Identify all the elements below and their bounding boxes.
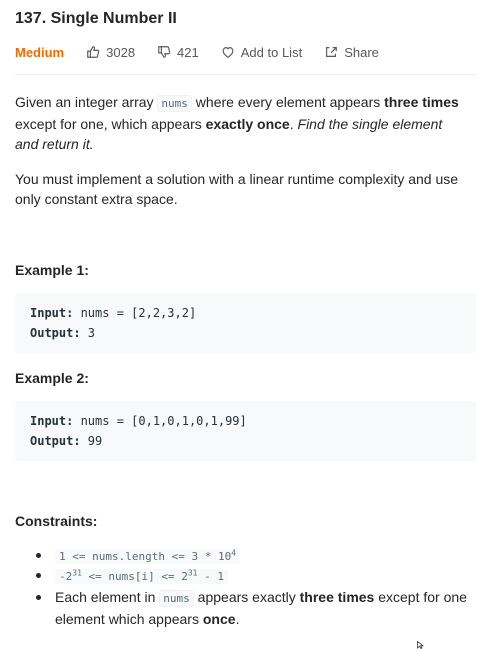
divider	[15, 74, 476, 75]
share-button[interactable]: Share	[324, 45, 379, 60]
output-label: Output:	[30, 326, 81, 340]
bullet-icon	[36, 573, 41, 578]
problem-meta-bar: Medium 3028 421 Add to List Share	[15, 44, 401, 60]
emphasis-exactly-once: exactly once	[205, 116, 290, 132]
example-2-heading: Example 2:	[15, 370, 89, 386]
list-item: -231 <= nums[i] <= 231 - 1	[15, 565, 476, 587]
inline-code-nums: nums	[159, 590, 194, 607]
example-1-block: Input: nums = [2,2,3,2] Output: 3	[15, 293, 476, 353]
example-2-block: Input: nums = [0,1,0,1,0,1,99] Output: 9…	[15, 401, 476, 461]
input-value: nums = [2,2,3,2]	[73, 306, 197, 320]
example-1-heading: Example 1:	[15, 262, 89, 278]
heart-icon	[222, 47, 234, 58]
list-item: 1 <= nums.length <= 3 * 104	[15, 545, 476, 565]
input-label: Input:	[30, 306, 74, 320]
share-icon	[326, 47, 338, 57]
input-label: Input:	[30, 414, 74, 428]
bullet-icon	[36, 595, 41, 600]
input-value: nums = [0,1,0,1,0,1,99]	[73, 414, 247, 428]
emphasis-three-times: three times	[384, 94, 459, 110]
cursor-icon	[417, 641, 424, 649]
output-value: 3	[80, 326, 96, 340]
output-value: 99	[80, 434, 103, 448]
constraints-list: 1 <= nums.length <= 3 * 104 -231 <= nums…	[15, 545, 476, 629]
output-label: Output:	[30, 434, 81, 448]
dislike-count: 421	[177, 44, 199, 60]
constraints-heading: Constraints:	[15, 513, 98, 529]
description-paragraph-1: Given an integer array nums where every …	[15, 94, 459, 152]
problem-title: 137. Single Number II	[15, 10, 177, 27]
like-count: 3028	[106, 44, 136, 60]
thumbs-down-icon	[158, 46, 171, 58]
difficulty-label: Medium	[15, 44, 65, 60]
bullet-icon	[36, 553, 41, 558]
add-to-list-label: Add to List	[240, 44, 303, 60]
dislike-button[interactable]: 421	[157, 45, 199, 60]
thumbs-up-icon	[87, 46, 100, 58]
add-to-list-button[interactable]: Add to List	[221, 45, 302, 60]
description-paragraph-2: You must implement a solution with a lin…	[15, 171, 459, 207]
inline-code-nums: nums	[157, 95, 192, 112]
list-item: Each element in nums appears exactly thr…	[15, 587, 476, 629]
like-button[interactable]: 3028	[86, 45, 135, 60]
share-label: Share	[344, 44, 379, 60]
